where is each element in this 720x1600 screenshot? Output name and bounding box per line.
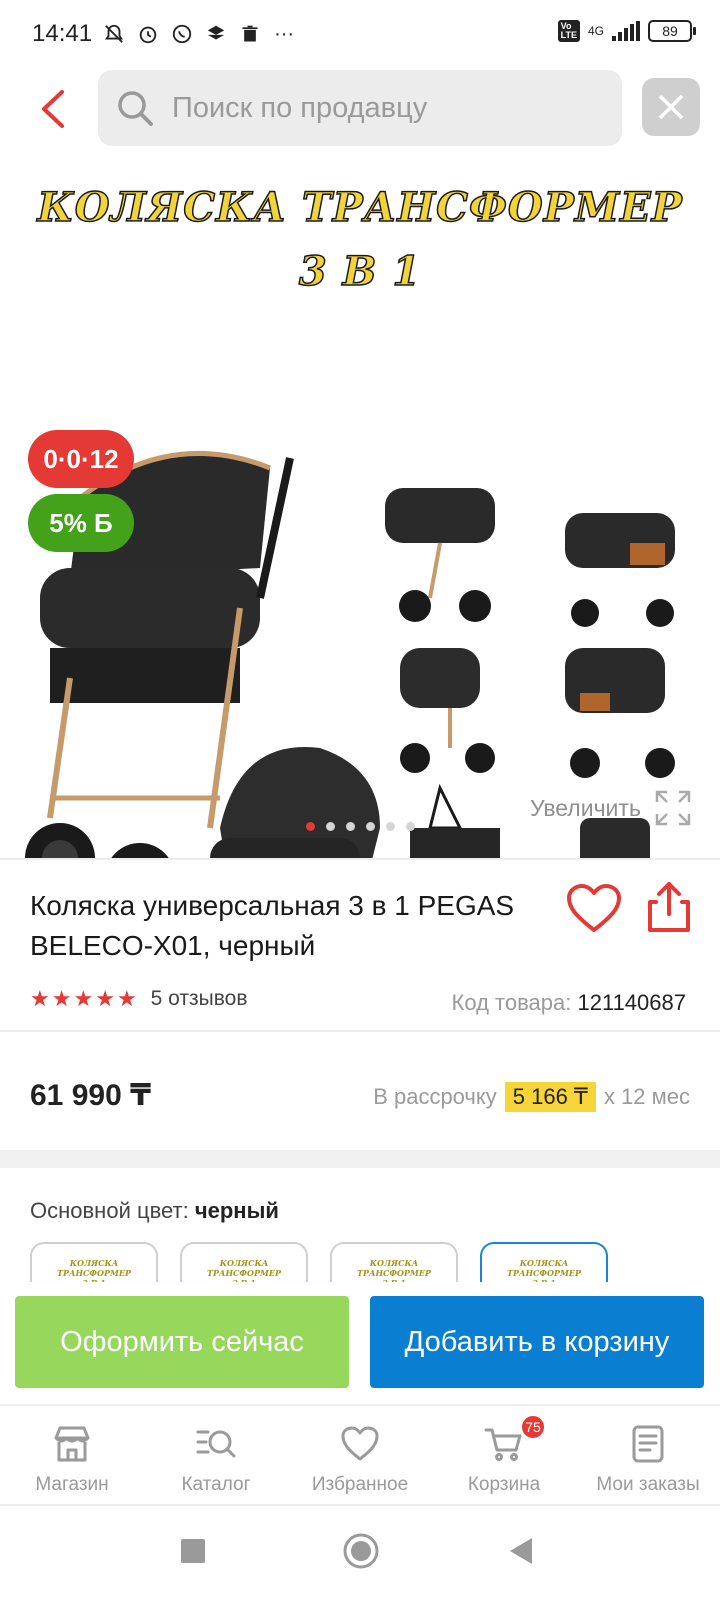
cart-count-badge: 75 — [520, 1414, 546, 1440]
installment-prefix: В рассрочку — [373, 1084, 497, 1109]
star-icon: ★ — [30, 986, 50, 1011]
orders-icon — [632, 1425, 664, 1463]
star-icon: ★ — [73, 986, 94, 1011]
product-title: Коляска универсальная 3 в 1 PEGAS BELECO… — [30, 890, 515, 961]
share-icon — [648, 882, 690, 932]
search-icon — [118, 91, 153, 126]
star-icon: ★ — [51, 986, 72, 1011]
bell-off-icon — [102, 22, 126, 46]
add-to-cart-button[interactable]: Добавить в корзину — [370, 1296, 704, 1388]
chevron-left-icon — [42, 90, 64, 128]
product-price: 61 990 ₸ — [30, 1079, 151, 1112]
add-to-favorites-button[interactable] — [566, 884, 622, 934]
star-icon: ★ — [95, 986, 115, 1011]
product-code-label: Код товара: — [451, 990, 572, 1015]
gallery-pagination[interactable] — [306, 822, 415, 831]
divider — [0, 858, 720, 860]
product-code-value: 121140687 — [577, 990, 687, 1015]
gallery-dot[interactable] — [386, 822, 395, 831]
gallery-dot[interactable] — [346, 822, 355, 831]
product-rating[interactable]: ★ ★ ★ ★ ★ 5 отзывов — [30, 986, 248, 1012]
swatch-caption: КОЛЯСКА ТРАНСФОРМЕР — [507, 1258, 581, 1278]
volte-icon: Vo LTE — [557, 20, 580, 42]
swatch-caption: КОЛЯСКА ТРАНСФОРМЕР — [207, 1258, 281, 1278]
nav-item-cart[interactable]: Корзина 75 — [432, 1406, 576, 1500]
installment-badge: 0·0·12 — [28, 430, 134, 488]
nav-label: Мои заказы — [596, 1474, 700, 1495]
more-icon: ··· — [274, 22, 295, 45]
swatch-caption: КОЛЯСКА ТРАНСФОРМЕР — [57, 1258, 131, 1278]
bottom-navigation: Магазин Каталог Избранное Корзина 75 Мои… — [0, 1404, 720, 1500]
stroller-product-image — [25, 451, 675, 858]
back-button[interactable] — [34, 84, 74, 134]
zoom-label: Увеличить — [530, 794, 641, 821]
search-input[interactable] — [172, 91, 592, 125]
selected-color: черный — [194, 1198, 279, 1223]
system-back-button[interactable] — [508, 1536, 534, 1571]
nav-item-shop[interactable]: Магазин — [0, 1406, 144, 1500]
clear-search-button[interactable] — [642, 78, 700, 136]
cart-icon — [484, 1428, 522, 1461]
layers-icon — [204, 22, 228, 46]
buy-now-button[interactable]: Оформить сейчас — [15, 1296, 349, 1388]
product-image-gallery[interactable]: КОЛЯСКА ТРАНСФОРМЕР 3 В 1 0·0·12 5% Б — [0, 168, 720, 858]
triangle-back-icon — [510, 1538, 532, 1564]
shop-icon — [54, 1426, 90, 1462]
star-icon: ★ — [116, 986, 137, 1011]
installment-suffix: х 12 мес — [603, 1084, 690, 1109]
home-circle-icon — [343, 1533, 379, 1569]
gallery-dot[interactable] — [306, 822, 315, 831]
heart-icon — [567, 884, 621, 932]
section-separator — [0, 1150, 720, 1168]
nav-label: Каталог — [181, 1474, 251, 1495]
gallery-dot[interactable] — [366, 822, 375, 831]
heart-icon — [341, 1426, 379, 1461]
rating-stars: ★ ★ ★ ★ ★ — [30, 986, 137, 1012]
share-button[interactable] — [646, 880, 692, 934]
divider — [0, 1030, 720, 1032]
network-type: 4G — [587, 24, 604, 38]
color-label: Основной цвет: черный — [30, 1198, 279, 1224]
search-bar[interactable] — [98, 70, 622, 146]
whatsapp-icon — [170, 22, 194, 46]
zoom-button[interactable]: Увеличить — [530, 790, 691, 826]
close-icon — [658, 94, 684, 120]
installment-amount: 5 166 ₸ — [504, 1082, 596, 1112]
notification-icons: ··· — [102, 22, 296, 46]
installment-info[interactable]: В рассрочку 5 166 ₸ х 12 мес — [373, 1082, 690, 1112]
square-icon — [181, 1539, 205, 1563]
gallery-dot[interactable] — [326, 822, 335, 831]
header — [0, 68, 720, 150]
signal-icon — [612, 21, 640, 41]
alarm-icon — [136, 22, 160, 46]
promo-title-line1: КОЛЯСКА ТРАНСФОРМЕР — [37, 183, 683, 232]
status-time: 14:41 — [32, 20, 93, 47]
status-bar: 14:41 ··· Vo LTE 4G 89 — [0, 0, 720, 68]
home-button[interactable] — [342, 1532, 380, 1575]
catalog-search-icon — [196, 1430, 236, 1458]
purchase-actions: Оформить сейчас Добавить в корзину — [0, 1282, 720, 1402]
reviews-count[interactable]: 5 отзывов — [151, 987, 248, 1011]
nav-item-orders[interactable]: Мои заказы — [576, 1406, 720, 1500]
gallery-dot[interactable] — [406, 822, 415, 831]
system-navigation-bar — [0, 1504, 720, 1600]
bonus-badge: 5% Б — [28, 494, 134, 552]
nav-label: Корзина — [467, 1474, 541, 1495]
color-label-text: Основной цвет: — [30, 1198, 189, 1223]
battery-icon: 89 — [648, 20, 696, 42]
swatch-caption: КОЛЯСКА ТРАНСФОРМЕР — [357, 1258, 431, 1278]
product-code: Код товара: 121140687 — [452, 990, 686, 1016]
promo-title-line2: 3 В 1 — [298, 247, 422, 296]
nav-item-catalog[interactable]: Каталог — [144, 1406, 288, 1500]
trash-icon — [238, 22, 262, 46]
recent-apps-button[interactable] — [180, 1538, 206, 1569]
expand-icon — [655, 790, 691, 826]
nav-label: Магазин — [35, 1474, 109, 1495]
nav-label: Избранное — [311, 1474, 409, 1495]
nav-item-favorites[interactable]: Избранное — [288, 1406, 432, 1500]
